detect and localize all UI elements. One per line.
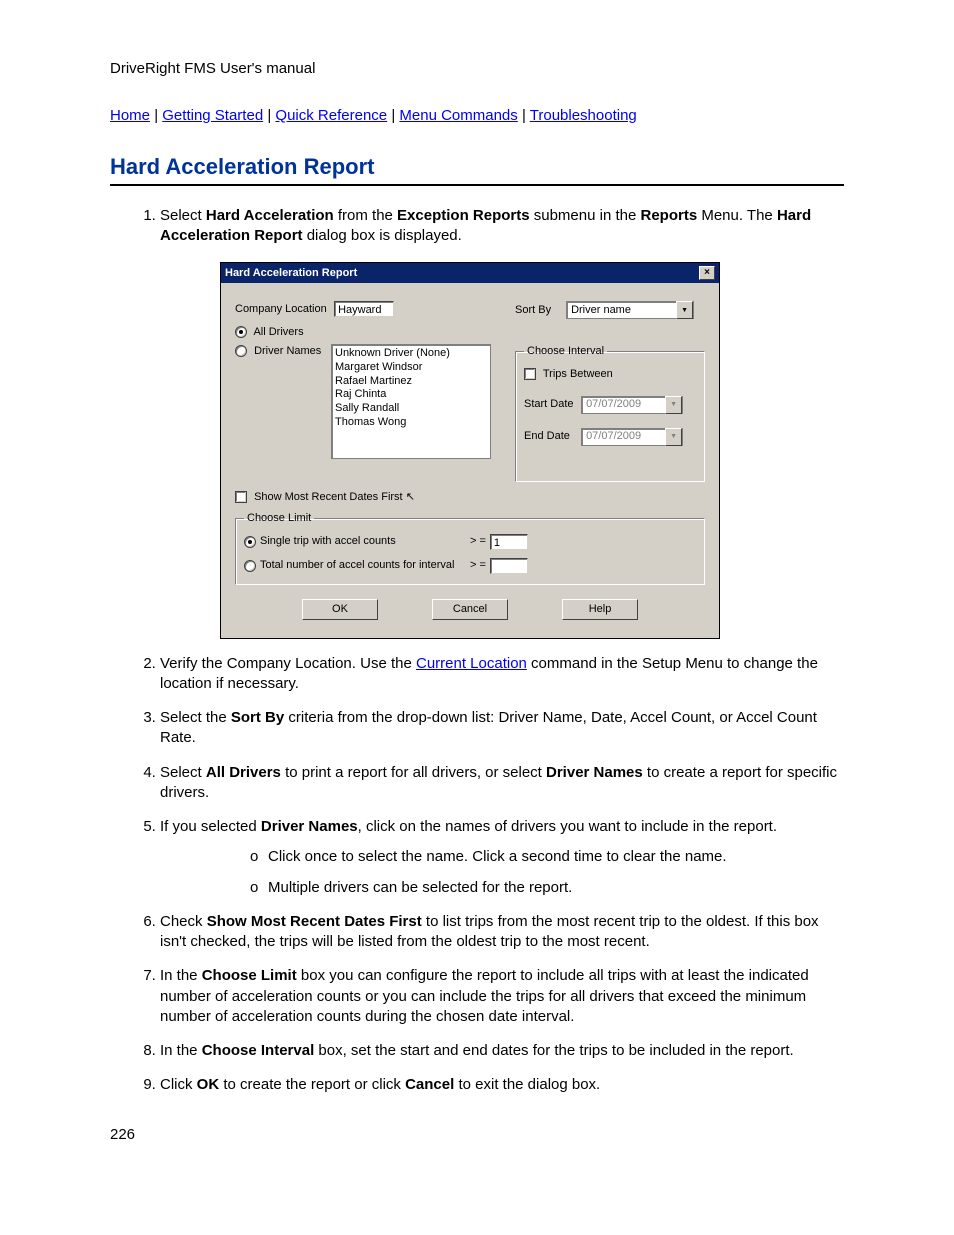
list-item[interactable]: Sally Randall: [335, 402, 487, 416]
choose-limit-group: Choose Limit Single trip with accel coun…: [235, 511, 705, 585]
list-item[interactable]: Rafael Martinez: [335, 375, 487, 389]
step-6: Check Show Most Recent Dates First to li…: [160, 912, 844, 953]
current-location-link[interactable]: Current Location: [416, 655, 527, 672]
limit-single-radio[interactable]: [244, 536, 256, 548]
choose-interval-legend: Choose Interval: [524, 344, 607, 359]
dialog: Hard Acceleration Report × Company Locat…: [220, 262, 720, 639]
sort-by-label: Sort By: [515, 303, 563, 318]
breadcrumb: Home | Getting Started | Quick Reference…: [110, 107, 844, 124]
end-date-label: End Date: [524, 429, 578, 444]
driver-names-radio[interactable]: [235, 345, 247, 357]
step-2: Verify the Company Location. Use the Cur…: [160, 654, 844, 695]
start-date-field[interactable]: 07/07/2009 ▼: [581, 396, 683, 414]
chevron-down-icon[interactable]: ▼: [665, 396, 682, 414]
list-item[interactable]: Thomas Wong: [335, 416, 487, 430]
company-location-field[interactable]: Hayward: [334, 301, 394, 317]
doc-header: DriveRight FMS User's manual: [110, 60, 844, 77]
limit-single-label: Single trip with accel counts: [260, 534, 470, 549]
step-3: Select the Sort By criteria from the dro…: [160, 708, 844, 749]
limit-total-value[interactable]: [490, 558, 528, 574]
nav-troubleshooting[interactable]: Troubleshooting: [530, 107, 637, 124]
choose-limit-legend: Choose Limit: [244, 511, 314, 526]
step-5-sub2: Multiple drivers can be selected for the…: [250, 878, 844, 898]
choose-interval-group: Choose Interval Trips Between Start Date…: [515, 344, 705, 482]
cancel-button[interactable]: Cancel: [432, 599, 508, 620]
nav-getting-started[interactable]: Getting Started: [162, 107, 263, 124]
dialog-titlebar: Hard Acceleration Report ×: [221, 263, 719, 284]
list-item[interactable]: Margaret Windsor: [335, 361, 487, 375]
show-recent-checkbox[interactable]: [235, 491, 247, 503]
step-4: Select All Drivers to print a report for…: [160, 763, 844, 804]
end-date-field[interactable]: 07/07/2009 ▼: [581, 428, 683, 446]
page-title: Hard Acceleration Report: [110, 154, 844, 180]
steps-list: Select Hard Acceleration from the Except…: [110, 206, 844, 1096]
list-item[interactable]: Unknown Driver (None): [335, 347, 487, 361]
step-7: In the Choose Limit box you can configur…: [160, 966, 844, 1027]
list-item[interactable]: Raj Chinta: [335, 388, 487, 402]
driver-names-label: Driver Names: [254, 345, 321, 357]
page-number: 226: [110, 1126, 844, 1143]
sort-by-dropdown[interactable]: Driver name ▼: [566, 301, 694, 319]
step-8: In the Choose Interval box, set the star…: [160, 1041, 844, 1061]
all-drivers-radio[interactable]: [235, 326, 247, 338]
title-rule: [110, 184, 844, 186]
step-5: If you selected Driver Names, click on t…: [160, 817, 844, 898]
nav-home[interactable]: Home: [110, 107, 150, 124]
limit-total-label: Total number of accel counts for interva…: [260, 558, 470, 573]
step-1: Select Hard Acceleration from the Except…: [160, 206, 844, 639]
trips-between-label: Trips Between: [543, 368, 613, 380]
nav-quick-reference[interactable]: Quick Reference: [275, 107, 387, 124]
show-recent-label: Show Most Recent Dates First: [254, 491, 403, 503]
limit-total-radio[interactable]: [244, 560, 256, 572]
cursor-icon: ↖: [406, 491, 415, 503]
step-9: Click OK to create the report or click C…: [160, 1075, 844, 1095]
limit-single-value[interactable]: 1: [490, 534, 528, 550]
gte-label: > =: [470, 534, 486, 549]
gte-label: > =: [470, 558, 486, 573]
all-drivers-label: All Drivers: [253, 326, 303, 338]
ok-button[interactable]: OK: [302, 599, 378, 620]
help-button[interactable]: Help: [562, 599, 638, 620]
dialog-title: Hard Acceleration Report: [225, 266, 357, 281]
trips-between-checkbox[interactable]: [524, 368, 536, 380]
chevron-down-icon[interactable]: ▼: [665, 428, 682, 446]
company-location-label: Company Location: [235, 302, 331, 317]
step-5-sub1: Click once to select the name. Click a s…: [250, 847, 844, 867]
close-icon[interactable]: ×: [699, 266, 715, 280]
driver-listbox[interactable]: Unknown Driver (None) Margaret Windsor R…: [331, 344, 491, 459]
start-date-label: Start Date: [524, 397, 578, 412]
nav-menu-commands[interactable]: Menu Commands: [399, 107, 517, 124]
chevron-down-icon[interactable]: ▼: [676, 301, 693, 319]
